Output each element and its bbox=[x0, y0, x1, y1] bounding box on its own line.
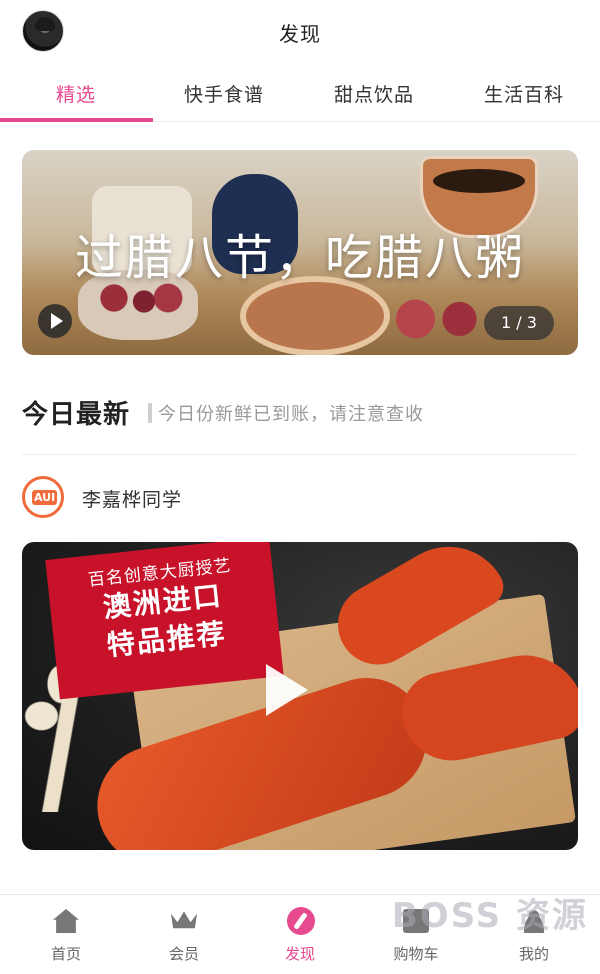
tab-featured[interactable]: 精选 bbox=[56, 80, 96, 107]
promo-badge: 百名创意大厨授艺 澳洲进口 特品推荐 bbox=[45, 542, 284, 700]
section-header: 今日最新 今日份新鲜已到账，请注意查收 bbox=[22, 394, 578, 434]
nav-home[interactable]: 首页 bbox=[6, 895, 126, 974]
nav-membership[interactable]: 会员 bbox=[124, 895, 244, 974]
play-icon[interactable] bbox=[38, 304, 72, 338]
section-title: 今日最新 bbox=[22, 400, 131, 430]
play-icon[interactable] bbox=[266, 664, 308, 716]
carousel-pager: 1 / 3 bbox=[484, 306, 554, 340]
home-icon bbox=[53, 909, 79, 933]
section-divider-bar bbox=[148, 403, 152, 423]
category-tabs: 精选 快手食谱 甜点饮品 生活百科 bbox=[0, 64, 600, 122]
active-tab-indicator bbox=[0, 118, 153, 122]
nav-label: 购物车 bbox=[393, 945, 439, 963]
video-thumbnail[interactable]: 百名创意大厨授艺 澳洲进口 特品推荐 bbox=[22, 542, 578, 850]
tab-life-tips[interactable]: 生活百科 bbox=[484, 80, 564, 107]
banner-figs-image bbox=[388, 294, 498, 344]
section-subtitle: 今日份新鲜已到账，请注意查收 bbox=[158, 404, 424, 425]
nav-label: 首页 bbox=[50, 945, 81, 963]
banner-headline: 过腊八节，吃腊八粥 bbox=[74, 230, 525, 286]
divider bbox=[22, 454, 578, 455]
tab-desserts-drinks[interactable]: 甜点饮品 bbox=[334, 80, 414, 107]
nav-label: 发现 bbox=[284, 945, 315, 963]
nav-label: 会员 bbox=[168, 945, 199, 963]
nav-discover[interactable]: 发现 bbox=[240, 895, 360, 974]
author-logo-icon bbox=[22, 476, 64, 518]
app-header: 发现 bbox=[0, 0, 600, 64]
page-title: 发现 bbox=[279, 22, 321, 46]
watermark: BOSS 资源 bbox=[391, 896, 588, 936]
banner-carousel[interactable]: 过腊八节，吃腊八粥 1 / 3 bbox=[22, 150, 578, 355]
author-name: 李嘉桦同学 bbox=[82, 489, 183, 511]
discover-icon bbox=[287, 907, 315, 935]
post-author[interactable]: 李嘉桦同学 bbox=[22, 476, 422, 520]
crown-icon bbox=[171, 911, 197, 929]
tab-quick-recipes[interactable]: 快手食谱 bbox=[184, 80, 264, 107]
nav-label: 我的 bbox=[518, 945, 549, 963]
